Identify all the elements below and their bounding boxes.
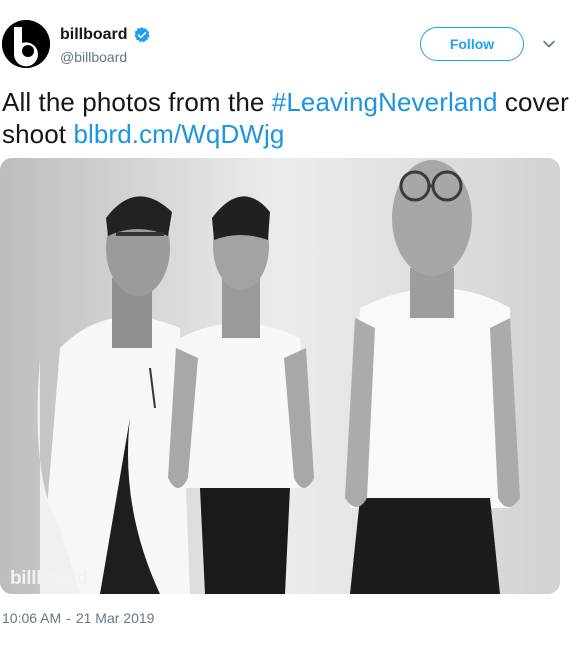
account-name[interactable]: billboard	[60, 26, 151, 44]
photo-watermark: billboard	[10, 568, 88, 589]
follow-button[interactable]: Follow	[420, 27, 524, 61]
account-name-text[interactable]: billboard	[60, 26, 128, 44]
tweet-text-prefix: All the photos from the	[2, 87, 272, 117]
verified-badge-icon	[133, 27, 150, 43]
timestamp-separator: -	[66, 610, 71, 626]
hashtag-link[interactable]: #LeavingNeverland	[272, 87, 498, 117]
avatar[interactable]	[2, 20, 50, 68]
account-handle[interactable]: @billboard	[60, 49, 127, 65]
chevron-down-icon[interactable]	[541, 36, 557, 52]
photo-illustration	[0, 158, 560, 594]
tweet-photo[interactable]: billboard	[0, 158, 560, 594]
tweet-text: All the photos from the #LeavingNeverlan…	[2, 86, 572, 150]
timestamp-time[interactable]: 10:06 AM	[2, 610, 61, 626]
tweet-timestamp[interactable]: 10:06 AM - 21 Mar 2019	[2, 610, 154, 626]
timestamp-date[interactable]: 21 Mar 2019	[76, 610, 155, 626]
billboard-logo-icon	[2, 20, 50, 68]
url-link[interactable]: blbrd.cm/WqDWjg	[73, 119, 284, 149]
